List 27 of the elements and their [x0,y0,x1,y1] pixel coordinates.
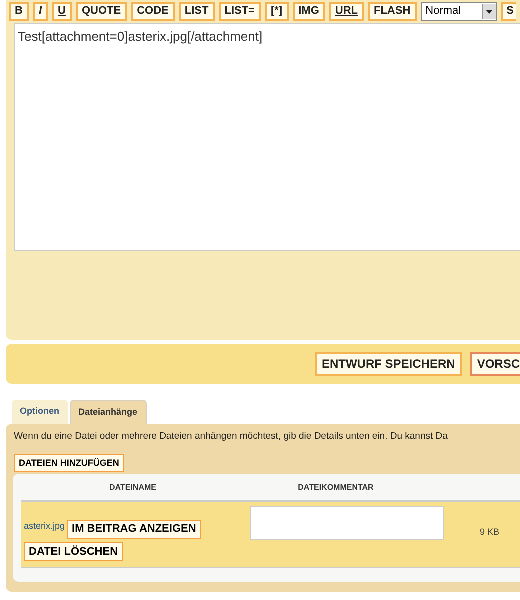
column-header: DATEIKOMMENTAR [297,482,375,494]
delete-file-button[interactable]: DATEI LÖSCHEN [24,542,124,562]
action-button[interactable]: VORSC [470,352,520,376]
tab[interactable]: Optionen [12,400,68,424]
tab[interactable]: Dateianhänge [70,400,147,424]
attachments-intro: Wenn du eine Datei oder mehrere Dateien anhängen möchtest, gib die Details unten ein. Du kannst Da [14,430,449,444]
format-button[interactable]: B [9,2,29,21]
format-button[interactable]: [*] [264,2,289,21]
format-button[interactable]: QUOTE [76,2,128,21]
column-header: DATEINAME [108,482,158,494]
file-size: 9 KB [480,526,500,538]
format-button[interactable]: LIST [178,2,215,21]
format-button[interactable]: U [52,2,72,21]
message-textarea[interactable]: Test[attachment=0]asterix.jpg[/attachment] [14,23,520,251]
format-button[interactable]: CODE [131,2,175,21]
format-button[interactable]: S [500,2,516,21]
format-button[interactable]: IMG [292,2,326,21]
format-button[interactable]: FLASH [368,2,417,21]
file-link[interactable]: asterix.jpg [24,520,66,533]
format-button[interactable]: I [32,2,48,21]
format-button[interactable]: URL [329,2,364,21]
action-button[interactable]: ENTWURF SPEICHERN [314,352,462,376]
add-files-button[interactable]: DATEIEN HINZUFÜGEN [14,454,124,472]
font-size-select[interactable]: Normal [420,2,497,21]
comment-field[interactable] [250,506,444,540]
insert-inline-button[interactable]: IM BEITRAG ANZEIGEN [67,520,202,538]
format-button[interactable]: LIST= [218,2,261,21]
